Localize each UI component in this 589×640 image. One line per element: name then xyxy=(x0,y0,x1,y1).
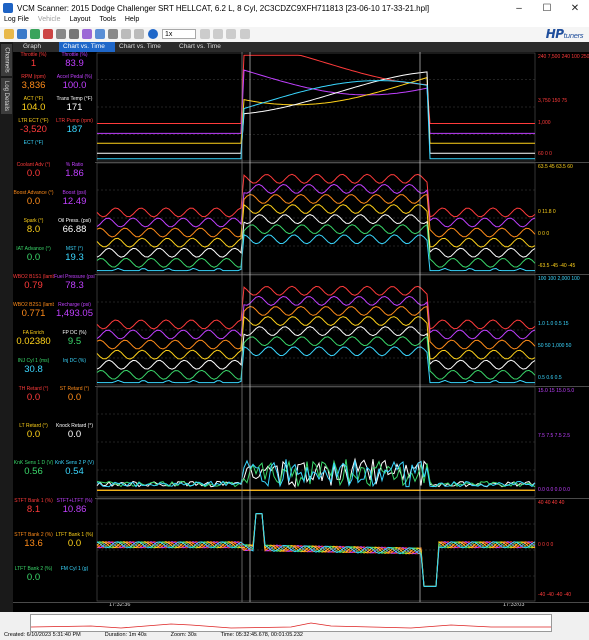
export-icon[interactable] xyxy=(108,29,118,39)
axis-scale: 100 100 2,000 100 1.0 1.0 0.5 15 50 50 1,0… xyxy=(538,274,589,386)
status-bar: Created: 6/10/2023 5:31:40 PM Duration: … xyxy=(0,612,589,640)
minimize-icon[interactable]: – xyxy=(505,0,533,16)
chart-pane-4[interactable]: TH Retard (°) 0.0 ST Retard (°) 0.0 LT Retar… xyxy=(13,386,589,499)
scale-tick: 0 0 0 xyxy=(538,231,550,238)
scale-tick: 50 50 1,000 50 xyxy=(538,343,572,350)
hptuners-logo: HPtuners xyxy=(545,27,584,41)
bookmark-icon[interactable] xyxy=(82,29,92,39)
cursor-icon[interactable] xyxy=(240,29,250,39)
scale-tick: 240 7,500 240 100 250 xyxy=(538,54,589,60)
app-icon xyxy=(3,3,13,13)
axis-scale: 15.0 15 15.0 5.0 7.5 7.5 7.5 2.5 0.0 0.0 0… xyxy=(538,386,589,498)
step-forward-icon[interactable] xyxy=(213,29,223,39)
scale-tick: 3,750 150 75 xyxy=(538,98,568,105)
side-tabs: Channels Log Details xyxy=(0,42,13,612)
scale-tick: 0.0 0.0 0.0 0.0 xyxy=(538,486,570,493)
axis-scale: 40 40 40 40 0 0 0 0 -40 -40 -40 -40 xyxy=(538,498,589,602)
tab-chart-vs-time-3[interactable]: Chart vs. Time xyxy=(175,42,235,52)
chart-pane-5[interactable]: STFT Bank 1 (%) 8.1 STFT+LTFT (%) 10.86 STFT… xyxy=(13,498,589,603)
tab-graph[interactable]: Graph xyxy=(19,42,59,52)
scale-tick: 40 40 40 40 xyxy=(538,500,565,506)
scale-tick: -40 -40 -40 -40 xyxy=(538,591,572,598)
overview-strip[interactable] xyxy=(30,614,552,632)
filter-icon[interactable] xyxy=(95,29,105,39)
playback-speed-select[interactable]: 1x xyxy=(162,29,196,39)
trace-plot[interactable] xyxy=(13,498,589,602)
trace-plot[interactable] xyxy=(13,274,589,386)
save-icon[interactable] xyxy=(17,29,27,39)
chart-pane-2[interactable]: Coolant Adv (°) 0.0% Ratio 1.86 Boost Advan… xyxy=(13,162,589,275)
fit-icon[interactable] xyxy=(226,29,236,39)
close-icon[interactable]: ✕ xyxy=(561,0,589,16)
axis-scale: 240 7,500 240 100 250 3,750 150 75 1,000 60… xyxy=(538,52,589,162)
connect-icon[interactable] xyxy=(30,29,40,39)
scale-tick: 1.0 1.0 0.5 15 xyxy=(538,321,569,328)
open-file-icon[interactable] xyxy=(4,29,14,39)
scale-tick: 1,000 xyxy=(538,120,551,127)
menu-layout[interactable]: Layout xyxy=(69,16,90,27)
trace-plot[interactable] xyxy=(13,162,589,274)
scale-tick: 0.5 0.6 0.5 xyxy=(538,374,562,381)
menu-help[interactable]: Help xyxy=(125,16,139,27)
menu-vehicle[interactable]: Vehicle xyxy=(38,16,61,27)
status-time: Time: 05:32:45.678, 00:01:05.232 xyxy=(220,632,303,638)
title-bar: VCM Scanner: 2015 Dodge Challenger SRT H… xyxy=(0,0,589,16)
menu-log-file[interactable]: Log File xyxy=(4,16,29,27)
scale-tick: 15.0 15 15.0 5.0 xyxy=(538,388,575,394)
scale-tick: 7.5 7.5 7.5 2.5 xyxy=(538,433,570,440)
status-duration: Duration: 1m 40s xyxy=(104,632,147,638)
scale-tick: 0 0 0 0 xyxy=(538,541,554,548)
tab-bar: Graph Chart vs. Time Chart vs. Time Char… xyxy=(13,42,589,52)
chart-pane-1[interactable]: Throttle (%) 1 Throttle (%) 83.9 RPM (rpm) 3,… xyxy=(13,52,589,163)
tab-channels[interactable]: Channels xyxy=(1,44,12,76)
trace-plot[interactable] xyxy=(13,386,589,498)
scale-tick: 0 11.8 0 xyxy=(538,209,556,216)
maximize-icon[interactable]: ☐ xyxy=(533,0,561,16)
chart-pane-3[interactable]: WBO2 B1S1 (lambda)0.79Fuel Pressure (psi… xyxy=(13,274,589,387)
menu-bar: Log File Vehicle Layout Tools Help xyxy=(0,16,589,27)
status-zoom: Zoom: 30s xyxy=(170,632,197,638)
trace-plot[interactable] xyxy=(13,52,589,162)
tab-chart-vs-time-2[interactable]: Chart vs. Time xyxy=(115,42,175,52)
scale-tick: 100 100 2,000 100 xyxy=(538,276,580,282)
rewind-icon[interactable] xyxy=(56,29,66,39)
scale-tick: -63.5 -45 -40 -45 xyxy=(538,262,576,269)
play-icon[interactable] xyxy=(148,29,158,39)
axis-scale: 63.5 45 63.5 60 0 11.8 0 0 0 0 -63.5 -45 -4… xyxy=(538,162,589,274)
menu-tools[interactable]: Tools xyxy=(100,16,116,27)
step-icon[interactable] xyxy=(200,29,210,39)
stop-icon[interactable] xyxy=(69,29,79,39)
scale-tick: 60 0 0 xyxy=(538,151,552,157)
zoom-icon[interactable] xyxy=(121,29,131,39)
tab-log-details[interactable]: Log Details xyxy=(1,78,12,114)
status-created: Created: 6/10/2023 5:31:40 PM xyxy=(4,632,81,638)
window-title: VCM Scanner: 2015 Dodge Challenger SRT H… xyxy=(17,3,430,13)
plot-area[interactable]: 17:32:36 17:33:03 Throttle (%) 1 Throttle … xyxy=(13,52,589,612)
scale-tick: 63.5 45 63.5 60 xyxy=(538,164,573,170)
tab-chart-vs-time-1[interactable]: Chart vs. Time xyxy=(59,42,115,52)
settings-icon[interactable] xyxy=(134,29,144,39)
record-icon[interactable] xyxy=(43,29,53,39)
toolbar: 1x xyxy=(0,27,589,43)
